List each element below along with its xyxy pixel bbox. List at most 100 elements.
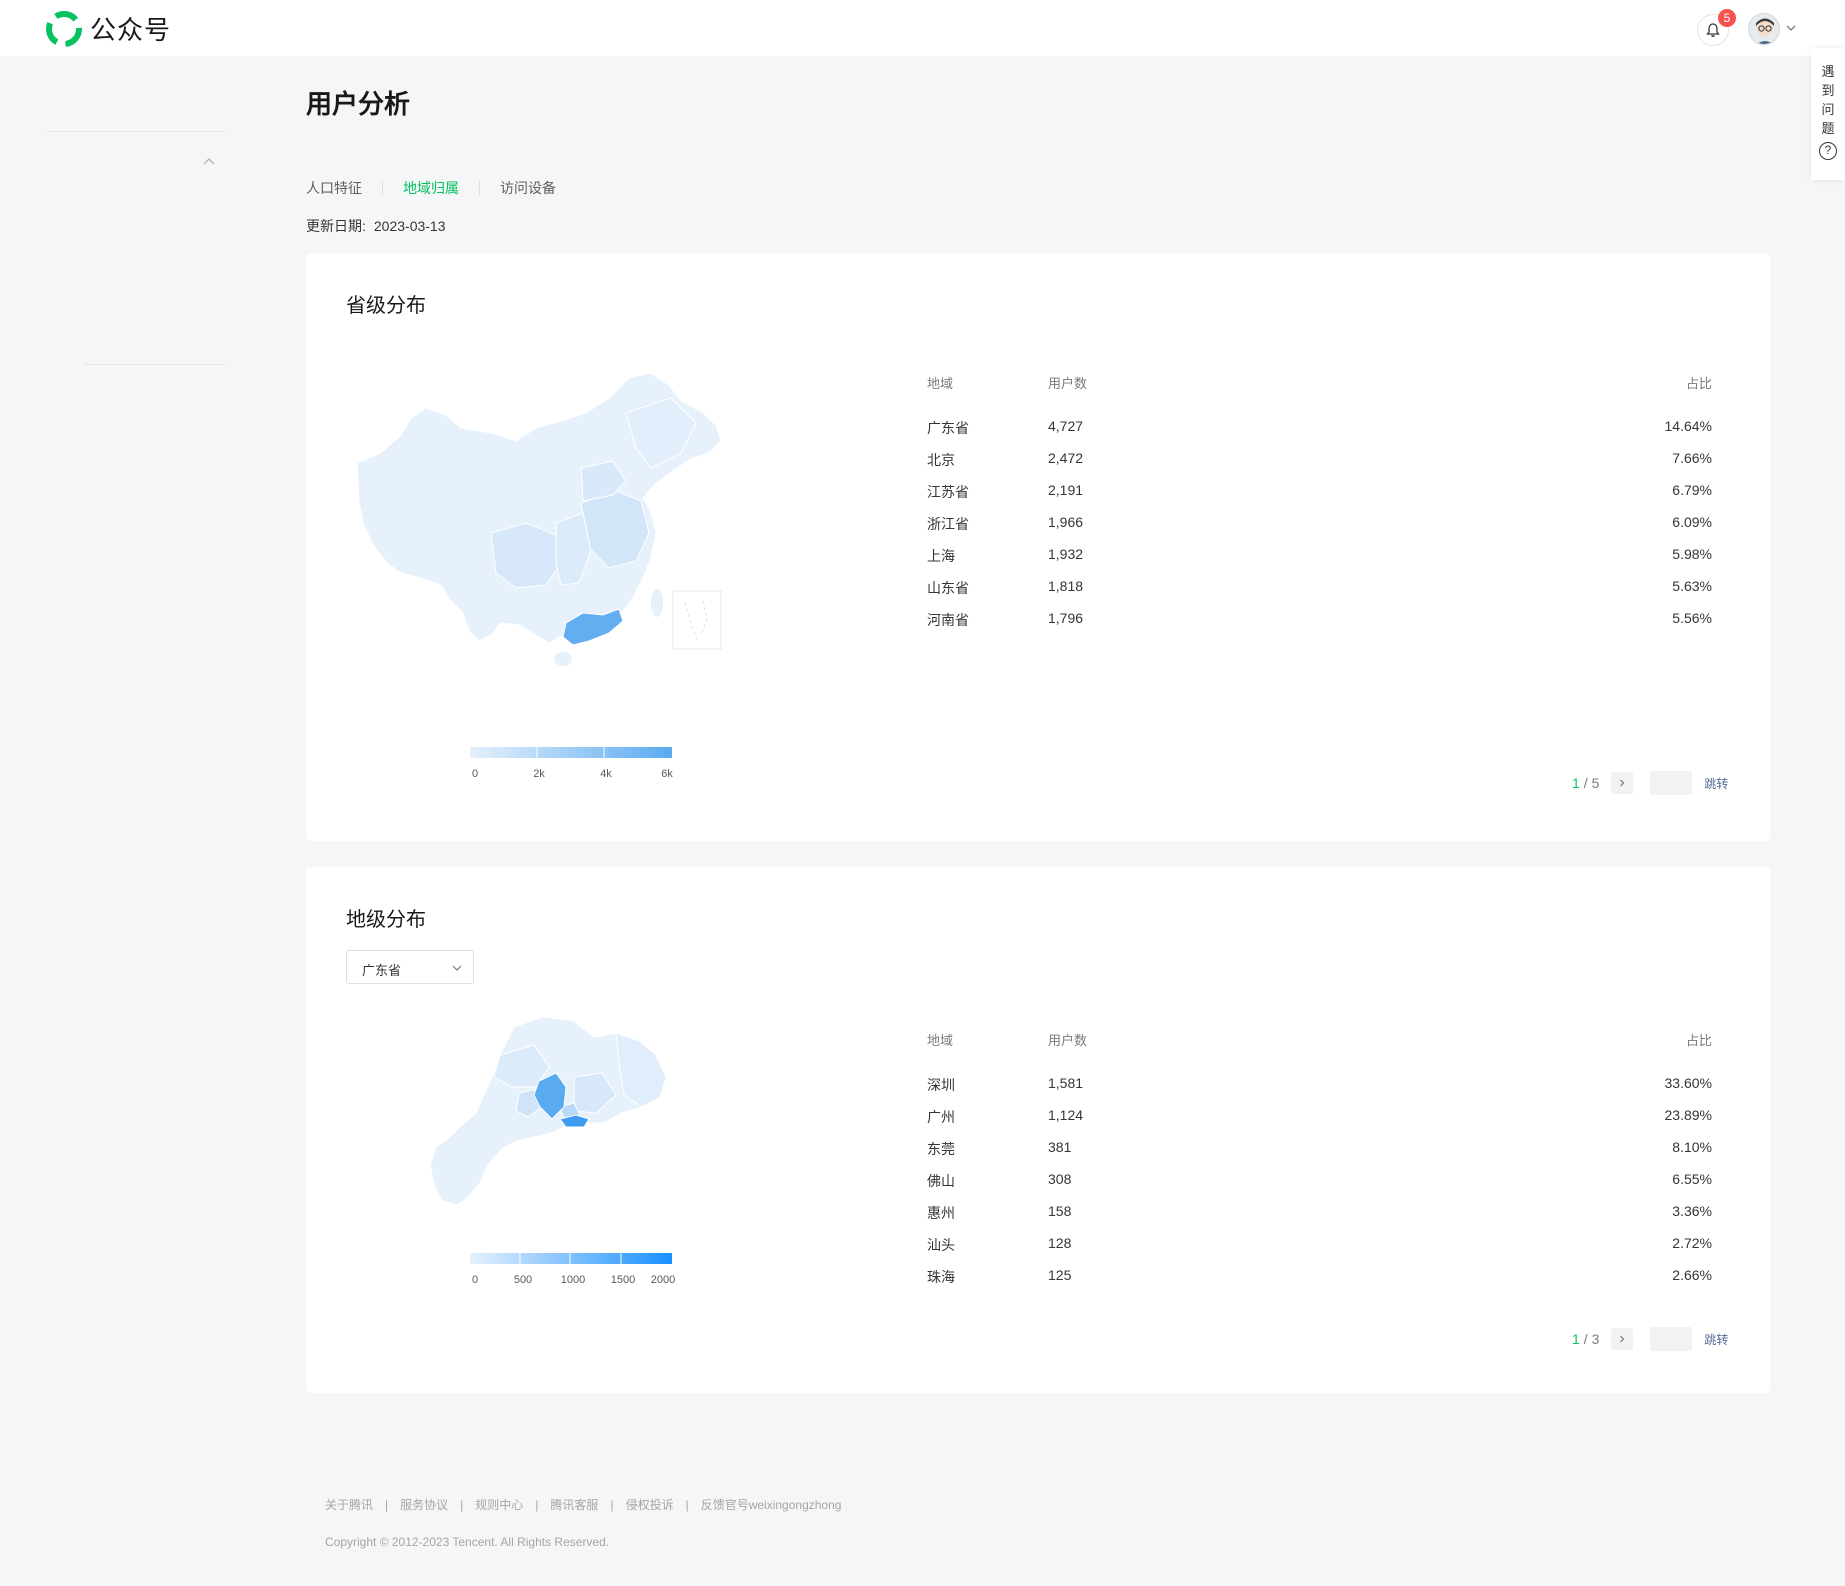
next-page-button[interactable] [1611, 772, 1634, 794]
help-tab-char: 问 [1821, 102, 1835, 117]
table-row: 汕头 128 2.72% [927, 1235, 1712, 1255]
cell-users: 1,932 [1048, 546, 1084, 562]
footer-link-about[interactable]: 关于腾讯 [325, 1496, 373, 1513]
brand-logo[interactable]: 公众号 [46, 10, 171, 47]
table-row: 北京 2,472 7.66% [927, 450, 1712, 470]
cell-region: 惠州 [927, 1205, 955, 1221]
cell-share: 14.64% [1664, 418, 1712, 434]
cell-users: 308 [1048, 1171, 1072, 1187]
help-tab-char: 遇 [1821, 64, 1835, 79]
card-title: 地级分布 [346, 909, 426, 931]
tab-devices[interactable]: 访问设备 [500, 178, 556, 198]
page-jump-input[interactable] [1650, 771, 1693, 795]
cell-share: 7.66% [1672, 450, 1712, 466]
cell-share: 33.60% [1664, 1075, 1712, 1091]
chevron-right-icon [1620, 1335, 1625, 1343]
cell-users: 1,966 [1048, 514, 1084, 530]
avatar-image [1749, 14, 1779, 44]
page-title: 用户分析 [306, 89, 411, 119]
chevron-right-icon [1620, 779, 1625, 787]
chevron-up-icon[interactable] [202, 155, 216, 169]
map-region-taiwan [651, 589, 663, 617]
help-tab-char: 题 [1821, 121, 1835, 136]
tab-divider [382, 181, 383, 195]
legend-gradient-bar [470, 747, 672, 758]
update-date-value: 2023-03-13 [373, 218, 446, 234]
legend-label: 2k [533, 768, 545, 780]
footer-separator: | [685, 1497, 689, 1512]
footer-link-feedback[interactable]: 反馈官号weixingongzhong [701, 1496, 842, 1513]
sidebar-divider [84, 364, 226, 365]
footer-separator: | [385, 1497, 389, 1512]
footer-separator: | [535, 1497, 539, 1512]
table-row: 江苏省 2,191 6.79% [927, 482, 1712, 502]
table-row: 深圳 1,581 33.60% [927, 1075, 1712, 1095]
cell-region: 珠海 [927, 1269, 955, 1285]
tab-region[interactable]: 地域归属 [403, 178, 459, 198]
brand-name: 公众号 [90, 15, 172, 45]
legend-label: 1500 [610, 1274, 636, 1286]
column-header-share: 占比 [1685, 376, 1712, 391]
cell-region: 上海 [927, 548, 955, 564]
cell-share: 6.79% [1672, 482, 1712, 498]
table-row: 广州 1,124 23.89% [927, 1107, 1712, 1127]
cell-region: 东莞 [927, 1141, 955, 1157]
avatar[interactable] [1748, 13, 1780, 45]
column-header-share: 占比 [1685, 1033, 1712, 1048]
legend-label: 2000 [650, 1274, 676, 1286]
bell-icon [1706, 23, 1720, 37]
map-region-hainan [554, 652, 572, 666]
cell-region: 佛山 [927, 1173, 955, 1189]
cell-share: 2.72% [1672, 1235, 1712, 1251]
legend-label: 0 [471, 768, 479, 780]
tab-demographics[interactable]: 人口特征 [306, 178, 362, 198]
update-date: 更新日期: 2023-03-13 [306, 216, 446, 236]
tab-divider [479, 181, 480, 195]
page-jump-button[interactable]: 跳转 [1704, 1331, 1728, 1348]
table-row: 浙江省 1,966 6.09% [927, 514, 1712, 534]
notification-badge: 5 [1718, 9, 1736, 27]
footer-link-complaint[interactable]: 侵权投诉 [626, 1496, 674, 1513]
legend-gradient-bar [470, 1253, 672, 1264]
brand-logo-icon [46, 10, 82, 47]
legend-label: 0 [471, 1274, 479, 1286]
next-page-button[interactable] [1611, 1328, 1634, 1350]
footer-link-rules[interactable]: 规则中心 [475, 1496, 523, 1513]
province-select[interactable]: 广东省 [346, 950, 474, 984]
tab-bar: 人口特征 地域归属 访问设备 [306, 178, 556, 198]
cell-region: 浙江省 [927, 516, 969, 532]
cell-users: 381 [1048, 1139, 1072, 1155]
footer-link-support[interactable]: 腾讯客服 [550, 1496, 598, 1513]
cell-users: 158 [1048, 1203, 1072, 1219]
total-pages: / 5 [1583, 775, 1600, 791]
chevron-down-icon[interactable] [1785, 22, 1797, 34]
current-page: 1 [1572, 1331, 1580, 1347]
current-page: 1 [1572, 775, 1580, 791]
cell-users: 125 [1048, 1267, 1072, 1283]
province-select-value: 广东省 [362, 963, 402, 978]
chevron-down-icon [452, 965, 462, 971]
city-table: 地域 用户数 占比 深圳 1,581 33.60% 广州 1,124 23.89… [927, 1030, 1712, 1285]
table-header: 地域 用户数 占比 [927, 373, 1712, 393]
table-row: 珠海 125 2.66% [927, 1267, 1712, 1287]
province-distribution-card: 省级分布 0 2k 4k 6k 地域 用户数 占比 广东省 4,727 14.6… [306, 253, 1770, 841]
page-jump-input[interactable] [1650, 1327, 1693, 1351]
column-header-users: 用户数 [1048, 1033, 1088, 1048]
cell-share: 3.36% [1672, 1203, 1712, 1219]
legend-label: 6k [661, 768, 673, 780]
map-legend: 0 500 1000 1500 2000 [470, 1253, 676, 1293]
footer-link-terms[interactable]: 服务协议 [400, 1496, 448, 1513]
cell-share: 5.56% [1672, 610, 1712, 626]
cell-region: 广东省 [927, 420, 969, 436]
total-pages: / 3 [1583, 1331, 1600, 1347]
table-row: 河南省 1,796 5.56% [927, 610, 1712, 630]
column-header-users: 用户数 [1048, 376, 1088, 391]
table-row: 东莞 381 8.10% [927, 1139, 1712, 1159]
cell-users: 1,124 [1048, 1107, 1084, 1123]
cell-region: 汕头 [927, 1237, 955, 1253]
page-jump-button[interactable]: 跳转 [1704, 775, 1728, 792]
help-tab[interactable]: 遇 到 问 题 ? [1811, 48, 1845, 180]
cell-region: 河南省 [927, 612, 969, 628]
cell-share: 5.98% [1672, 546, 1712, 562]
question-circle-icon: ? [1819, 142, 1837, 160]
